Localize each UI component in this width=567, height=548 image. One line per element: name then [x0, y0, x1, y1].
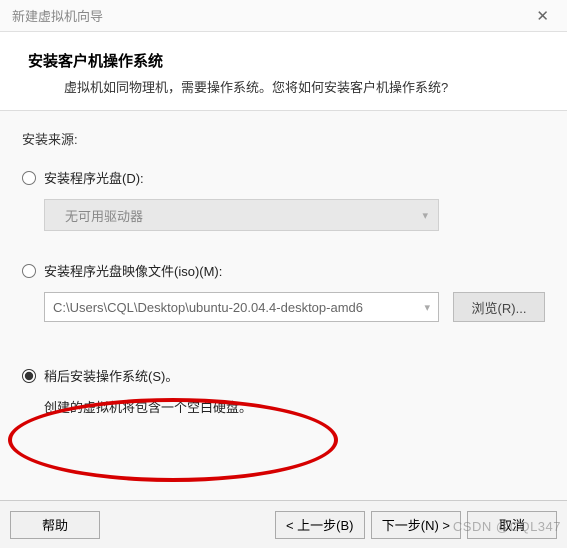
cancel-button[interactable]: 取消	[467, 511, 557, 539]
option-later-description: 创建的虚拟机将包含一个空白硬盘。	[44, 397, 545, 416]
disc-dropdown: 无可用驱动器 ▾	[44, 199, 439, 231]
option-later[interactable]: 稍后安装操作系统(S)。	[22, 366, 545, 385]
disc-dropdown-value: 无可用驱动器	[65, 206, 143, 225]
option-disc[interactable]: 安装程序光盘(D):	[22, 168, 545, 187]
wizard-header: 安装客户机操作系统 虚拟机如同物理机，需要操作系统。您将如何安装客户机操作系统?	[0, 32, 567, 111]
option-disc-label: 安装程序光盘(D):	[44, 168, 144, 187]
help-button[interactable]: 帮助	[10, 511, 100, 539]
radio-disc[interactable]	[22, 171, 36, 185]
chevron-down-icon: ▾	[422, 209, 428, 222]
page-subtitle: 虚拟机如同物理机，需要操作系统。您将如何安装客户机操作系统?	[28, 77, 539, 96]
option-iso-label: 安装程序光盘映像文件(iso)(M):	[44, 261, 222, 280]
chevron-down-icon: ▾	[424, 301, 430, 314]
window-title: 新建虚拟机向导	[12, 6, 103, 25]
iso-path-input[interactable]: C:\Users\CQL\Desktop\ubuntu-20.04.4-desk…	[44, 292, 439, 322]
option-later-label: 稍后安装操作系统(S)。	[44, 366, 178, 385]
source-label: 安装来源:	[22, 129, 545, 148]
titlebar: 新建虚拟机向导 ✕	[0, 0, 567, 32]
iso-path-value: C:\Users\CQL\Desktop\ubuntu-20.04.4-desk…	[53, 300, 363, 315]
browse-button[interactable]: 浏览(R)...	[453, 292, 545, 322]
close-icon[interactable]: ✕	[530, 5, 555, 27]
footer-bar: 帮助 < 上一步(B) 下一步(N) > 取消	[0, 500, 567, 548]
wizard-content: 安装来源: 安装程序光盘(D): 无可用驱动器 ▾ 安装程序光盘映像文件(iso…	[0, 111, 567, 426]
option-iso[interactable]: 安装程序光盘映像文件(iso)(M):	[22, 261, 545, 280]
next-button[interactable]: 下一步(N) >	[371, 511, 461, 539]
back-button[interactable]: < 上一步(B)	[275, 511, 365, 539]
page-title: 安装客户机操作系统	[28, 50, 539, 71]
radio-later[interactable]	[22, 369, 36, 383]
radio-iso[interactable]	[22, 264, 36, 278]
